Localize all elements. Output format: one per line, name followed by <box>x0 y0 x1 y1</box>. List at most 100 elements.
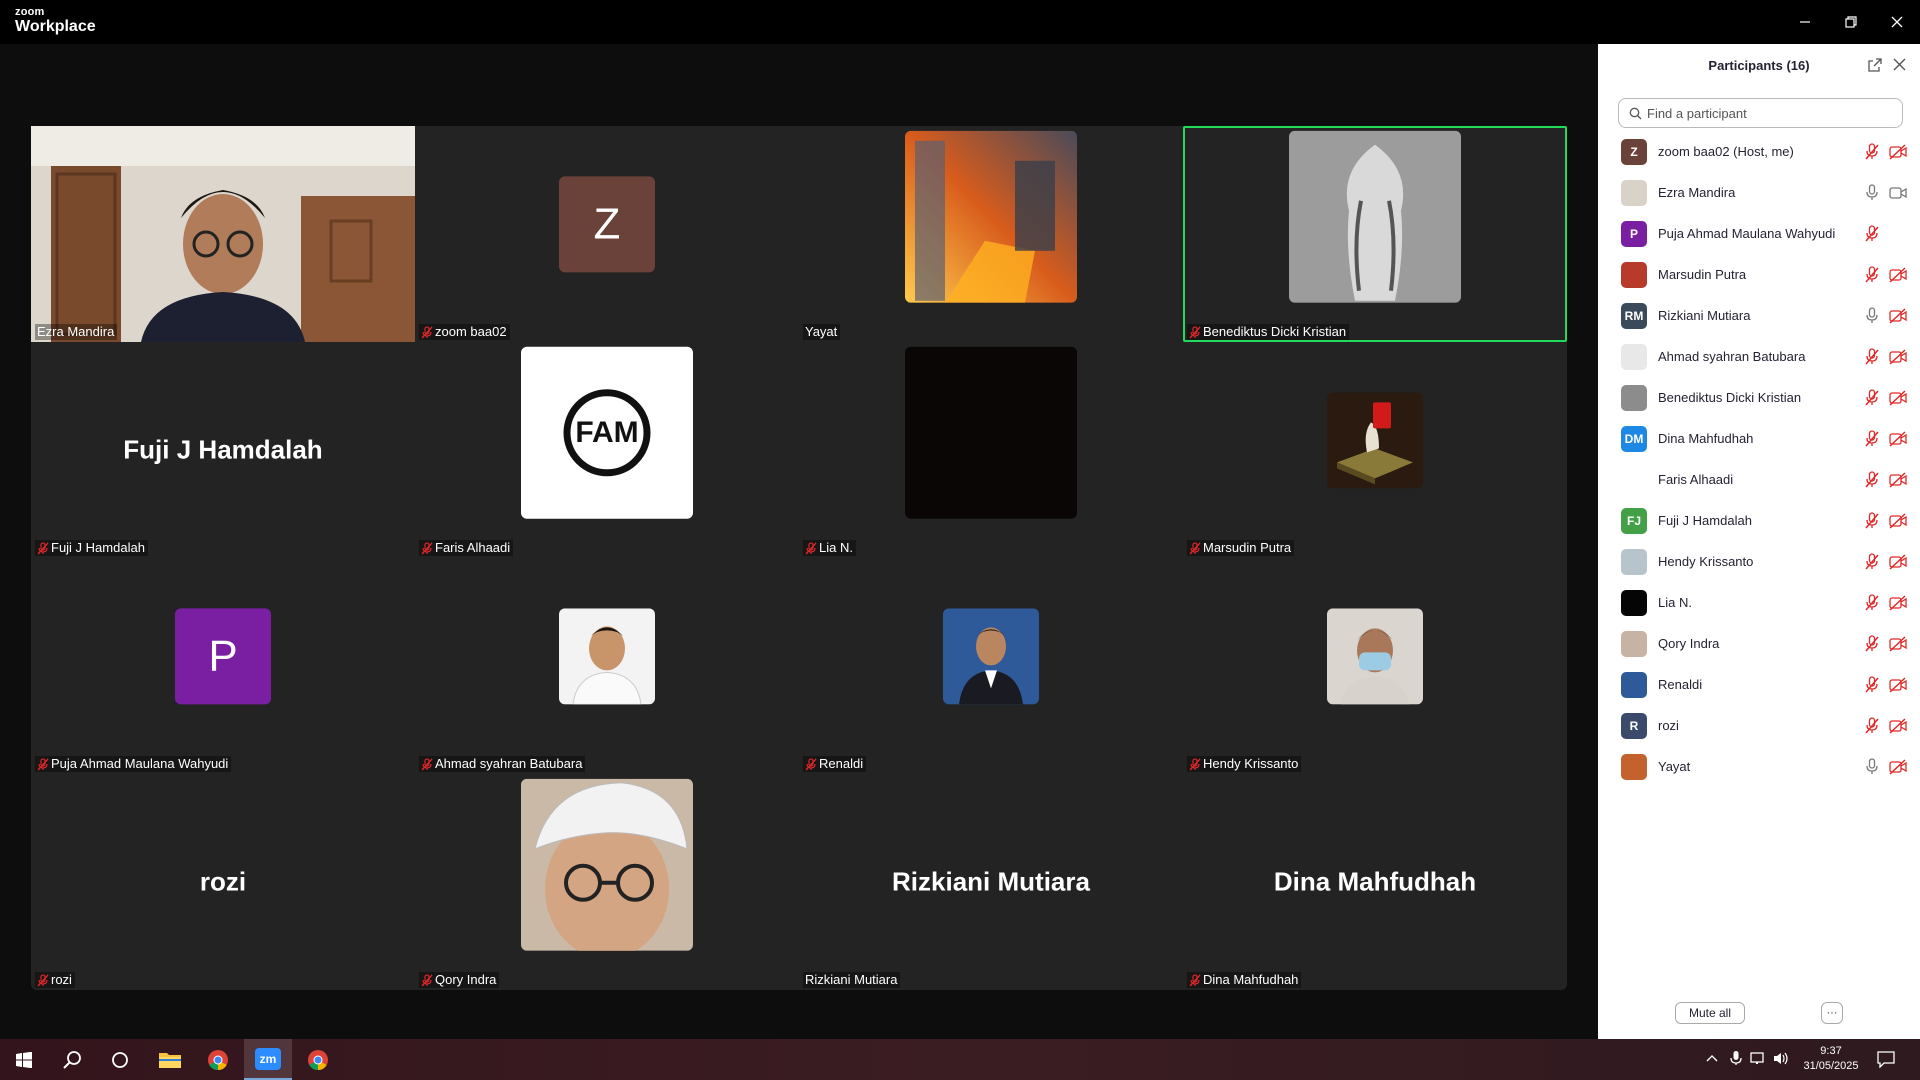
video-tile[interactable]: FAM Faris Alhaadi <box>415 342 799 558</box>
participant-row[interactable]: Renaldi <box>1598 664 1920 705</box>
mic-status[interactable] <box>1864 307 1880 325</box>
mic-muted-icon[interactable] <box>1864 553 1880 571</box>
microphone-tray[interactable] <box>1730 1050 1742 1071</box>
mic-on-icon[interactable] <box>1864 307 1880 325</box>
notifications-button[interactable] <box>1877 1051 1895 1073</box>
participant-row[interactable]: Hendy Krissanto <box>1598 541 1920 582</box>
mic-status[interactable] <box>1864 717 1880 735</box>
video-tile[interactable]: Hendy Krissanto <box>1183 558 1567 774</box>
mic-status[interactable] <box>1864 758 1880 776</box>
mute-all-button[interactable]: Mute all <box>1675 1002 1745 1024</box>
network-tray[interactable] <box>1750 1051 1768 1071</box>
video-off-icon[interactable] <box>1888 389 1908 407</box>
participant-row[interactable]: Benediktus Dicki Kristian <box>1598 377 1920 418</box>
mic-status[interactable] <box>1864 676 1880 694</box>
participant-row[interactable]: RM Rizkiani Mutiara <box>1598 295 1920 336</box>
more-options-button[interactable]: ··· <box>1821 1002 1843 1024</box>
chrome-profile-button[interactable] <box>294 1039 342 1080</box>
video-status[interactable] <box>1888 594 1908 612</box>
participant-row[interactable]: Ahmad syahran Batubara <box>1598 336 1920 377</box>
participant-search[interactable] <box>1618 98 1903 128</box>
participant-row[interactable]: Lia N. <box>1598 582 1920 623</box>
video-off-icon[interactable] <box>1888 594 1908 612</box>
video-tile[interactable]: Yayat <box>799 126 1183 342</box>
search-input[interactable] <box>1647 105 1887 121</box>
participant-row[interactable]: Ezra Mandira <box>1598 172 1920 213</box>
participant-row[interactable]: P Puja Ahmad Maulana Wahyudi <box>1598 213 1920 254</box>
mic-muted-icon[interactable] <box>1864 143 1880 161</box>
video-off-icon[interactable] <box>1888 307 1908 325</box>
video-status[interactable] <box>1888 717 1908 735</box>
video-status[interactable] <box>1888 471 1908 489</box>
video-off-icon[interactable] <box>1888 758 1908 776</box>
mic-status[interactable] <box>1864 143 1880 161</box>
video-status[interactable] <box>1888 184 1908 202</box>
video-status[interactable] <box>1888 348 1908 366</box>
video-tile[interactable]: Ezra Mandira <box>31 126 415 342</box>
mic-muted-icon[interactable] <box>1864 594 1880 612</box>
system-clock[interactable]: 9:37 31/05/2025 <box>1793 1044 1869 1074</box>
video-tile[interactable]: Rizkiani Mutiara Rizkiani Mutiara <box>799 774 1183 990</box>
chrome-button[interactable] <box>194 1039 242 1080</box>
video-status[interactable] <box>1888 389 1908 407</box>
mic-status[interactable] <box>1864 553 1880 571</box>
mic-on-icon[interactable] <box>1864 184 1880 202</box>
video-tile[interactable]: Fuji J Hamdalah Fuji J Hamdalah <box>31 342 415 558</box>
participant-row[interactable]: DM Dina Mahfudhah <box>1598 418 1920 459</box>
video-off-icon[interactable] <box>1888 266 1908 284</box>
video-tile[interactable]: rozi rozi <box>31 774 415 990</box>
participant-row[interactable]: Rrozi <box>1598 705 1920 746</box>
mic-muted-icon[interactable] <box>1864 225 1880 243</box>
participant-row[interactable]: Yayat <box>1598 746 1920 787</box>
video-off-icon[interactable] <box>1888 676 1908 694</box>
mic-muted-icon[interactable] <box>1864 635 1880 653</box>
video-off-icon[interactable] <box>1888 717 1908 735</box>
video-status[interactable] <box>1888 635 1908 653</box>
video-status[interactable] <box>1888 307 1908 325</box>
video-off-icon[interactable] <box>1888 512 1908 530</box>
video-tile[interactable]: Lia N. <box>799 342 1183 558</box>
mic-status[interactable] <box>1864 471 1880 489</box>
participant-row[interactable]: Marsudin Putra <box>1598 254 1920 295</box>
close-button[interactable] <box>1874 0 1920 44</box>
start-button[interactable] <box>0 1039 48 1080</box>
video-off-icon[interactable] <box>1888 635 1908 653</box>
participant-row[interactable]: Zzoom baa02 (Host, me) <box>1598 131 1920 172</box>
video-status[interactable] <box>1888 512 1908 530</box>
mic-status[interactable] <box>1864 184 1880 202</box>
mic-muted-icon[interactable] <box>1864 471 1880 489</box>
video-status[interactable] <box>1888 758 1908 776</box>
participant-row[interactable]: Faris Alhaadi <box>1598 459 1920 500</box>
tray-overflow-button[interactable] <box>1706 1052 1718 1070</box>
mic-muted-icon[interactable] <box>1864 389 1880 407</box>
mic-muted-icon[interactable] <box>1864 676 1880 694</box>
video-status[interactable] <box>1888 676 1908 694</box>
video-off-icon[interactable] <box>1888 143 1908 161</box>
video-status[interactable] <box>1888 266 1908 284</box>
zoom-taskbar-button[interactable]: zm <box>244 1039 292 1080</box>
participant-row[interactable]: Qory Indra <box>1598 623 1920 664</box>
video-off-icon[interactable] <box>1888 471 1908 489</box>
video-off-icon[interactable] <box>1888 430 1908 448</box>
video-tile[interactable]: Marsudin Putra <box>1183 342 1567 558</box>
video-off-icon[interactable] <box>1888 553 1908 571</box>
search-button[interactable] <box>48 1039 96 1080</box>
mic-muted-icon[interactable] <box>1864 512 1880 530</box>
video-on-icon[interactable] <box>1888 184 1908 202</box>
video-tile[interactable]: Dina Mahfudhah Dina Mahfudhah <box>1183 774 1567 990</box>
mic-status[interactable] <box>1864 348 1880 366</box>
video-status[interactable] <box>1888 553 1908 571</box>
video-off-icon[interactable] <box>1888 348 1908 366</box>
mic-status[interactable] <box>1864 635 1880 653</box>
video-tile[interactable]: P Puja Ahmad Maulana Wahyudi <box>31 558 415 774</box>
minimize-button[interactable] <box>1782 0 1828 44</box>
mic-status[interactable] <box>1864 225 1880 243</box>
task-view-button[interactable] <box>96 1039 144 1080</box>
restore-button[interactable] <box>1828 0 1874 44</box>
video-tile[interactable]: Qory Indra <box>415 774 799 990</box>
mic-status[interactable] <box>1864 594 1880 612</box>
mic-status[interactable] <box>1864 266 1880 284</box>
mic-muted-icon[interactable] <box>1864 717 1880 735</box>
video-tile[interactable]: Z zoom baa02 <box>415 126 799 342</box>
mic-status[interactable] <box>1864 430 1880 448</box>
